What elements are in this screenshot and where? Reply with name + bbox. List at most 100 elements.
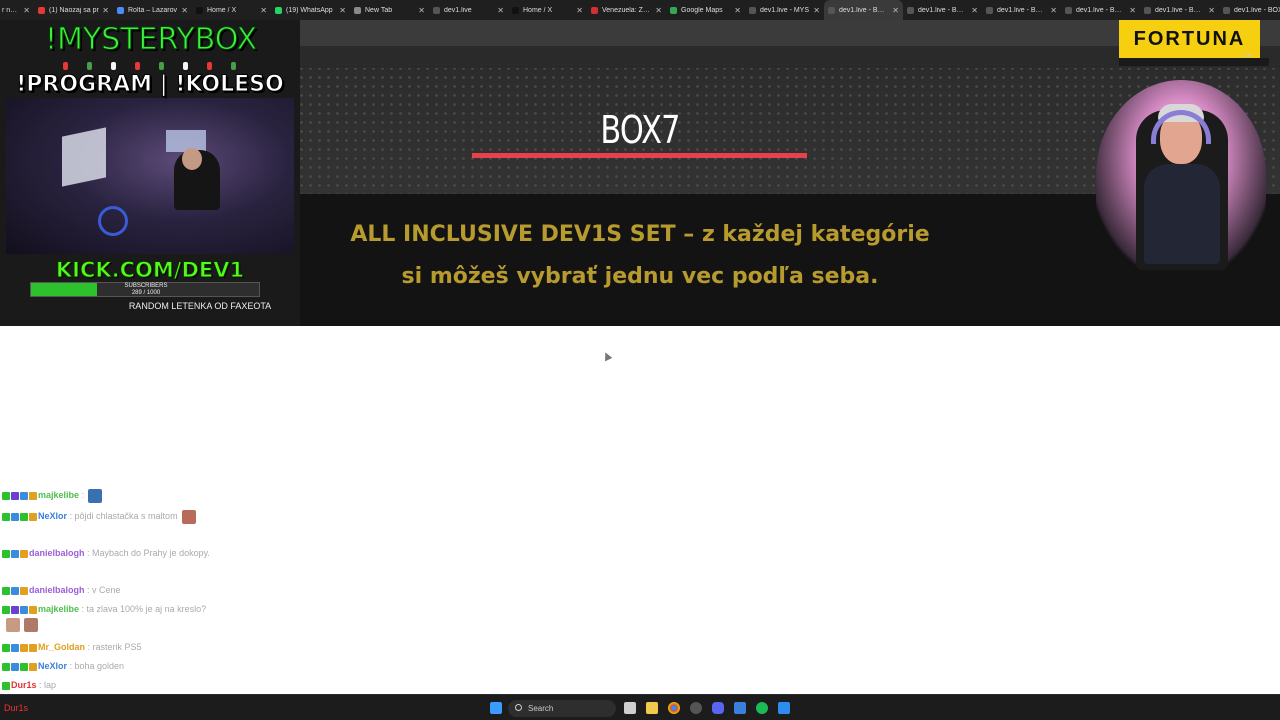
chat-username: danielbalogh — [29, 585, 85, 595]
tab-close-icon[interactable]: ✕ — [23, 6, 30, 15]
tab-favicon-icon — [354, 6, 361, 14]
chat-badges — [2, 640, 38, 655]
tab-favicon-icon — [591, 6, 598, 14]
tab-close-icon[interactable]: ✕ — [892, 6, 899, 15]
obs-icon[interactable] — [690, 702, 702, 714]
badge-icon — [2, 681, 10, 690]
windows-start-icon[interactable] — [490, 702, 502, 714]
description-line-2: si môžeš vybrať jednu vec podľa seba. — [401, 264, 879, 289]
mouse-cursor-icon — [601, 350, 613, 362]
badge-icon — [11, 512, 19, 521]
chat-username: majkelibe — [38, 490, 80, 500]
tab-favicon-icon — [196, 6, 203, 14]
tab-favicon-icon — [1223, 6, 1230, 14]
page-title: BOX7 — [600, 108, 680, 152]
browser-tab[interactable]: Rolta – Lazarov ✕ — [113, 0, 192, 20]
taskbar-chat-user: Dur1s — [4, 703, 29, 713]
streamer-room-cam — [6, 98, 294, 254]
chat-message: NeXlor : boha golden — [2, 659, 214, 674]
badge-icon — [29, 512, 37, 521]
mysterybox-command: !MYSTERYBOX — [44, 22, 258, 58]
chat-text: : boha golden — [67, 661, 125, 671]
badge-icon — [2, 643, 10, 652]
tab-favicon-icon — [986, 6, 993, 14]
tab-close-icon[interactable]: ✕ — [181, 6, 188, 15]
tab-close-icon[interactable]: ✕ — [1050, 6, 1057, 15]
sponsor-tagline: ...ON — [1240, 53, 1252, 59]
chat-message: danielbalogh : Maybach do Prahy je dokop… — [2, 546, 214, 561]
browser-tab[interactable]: New Tab ✕ — [350, 0, 429, 20]
chat-text: : ta zlava 100% je aj na kreslo? — [79, 604, 207, 614]
app-icon[interactable] — [778, 702, 790, 714]
tab-close-icon[interactable]: ✕ — [813, 6, 820, 15]
subscriber-goal-text: SUBSCRIBERS 289 / 1000 — [31, 283, 261, 296]
tab-close-icon[interactable]: ✕ — [734, 6, 741, 15]
tab-label: Venezuela: Zvrh — [602, 6, 653, 14]
notes-icon[interactable] — [734, 702, 746, 714]
chat-username: Dur1s — [11, 680, 37, 690]
tab-label: dev1.live - BOX — [1234, 6, 1280, 14]
tab-close-icon[interactable]: ✕ — [497, 6, 504, 15]
emote-icon — [88, 488, 103, 503]
chat-message: majkelibe : — [2, 488, 214, 503]
browser-tab[interactable]: dev1.live - BOX✕ — [1219, 0, 1280, 20]
chat-username: NeXlor — [38, 661, 68, 671]
tab-favicon-icon — [670, 6, 677, 14]
browser-tab[interactable]: Home / X ✕ — [508, 0, 587, 20]
subscribers-count: 289 / 1000 — [131, 289, 161, 296]
tab-close-icon[interactable]: ✕ — [339, 6, 346, 15]
title-underline — [472, 153, 807, 158]
browser-tab[interactable]: Venezuela: Zvrh ✕ — [587, 0, 666, 20]
tab-favicon-icon — [1144, 6, 1151, 14]
streamer-webcam — [1096, 80, 1266, 270]
tab-close-icon[interactable]: ✕ — [1129, 6, 1136, 15]
browser-tab[interactable]: dev1.live - BOX5 ✕ — [982, 0, 1061, 20]
tab-label: dev1.live - BOX4 — [1076, 6, 1127, 14]
tab-close-icon[interactable]: ✕ — [576, 6, 583, 15]
chat-message: majkelibe : ta zlava 100% je aj na kresl… — [2, 602, 214, 632]
tab-close-icon[interactable]: ✕ — [418, 6, 425, 15]
badge-icon — [20, 512, 28, 521]
tab-close-icon[interactable]: ✕ — [260, 6, 267, 15]
tab-favicon-icon — [117, 6, 124, 14]
badge-icon — [2, 512, 10, 521]
browser-tab[interactable]: (1) Naozaj sa pr ✕ — [34, 0, 113, 20]
badge-icon — [20, 643, 28, 652]
discord-icon[interactable] — [712, 702, 724, 714]
tab-label: dev1.live - BOX6 — [918, 6, 969, 14]
tab-label: (1) Naozaj sa pr — [49, 6, 99, 14]
browser-tab[interactable]: Google Maps ✕ — [666, 0, 745, 20]
tab-label: Home / X — [207, 6, 237, 14]
tab-label: Rolta – Lazarov — [128, 6, 178, 14]
chat-badges — [2, 583, 29, 598]
chat-badges — [2, 659, 38, 674]
badge-icon — [2, 662, 10, 671]
tab-close-icon[interactable]: ✕ — [102, 6, 109, 15]
taskbar-search[interactable]: Search — [508, 700, 616, 717]
browser-tab[interactable]: dev1.live ✕ — [429, 0, 508, 20]
badge-icon — [2, 586, 10, 595]
program-command: !PROGRAM | !KOLESO — [16, 72, 284, 98]
file-explorer-icon[interactable] — [646, 702, 658, 714]
spotify-icon[interactable] — [756, 702, 768, 714]
tab-close-icon[interactable]: ✕ — [655, 6, 662, 15]
browser-tab[interactable]: Home / X ✕ — [192, 0, 271, 20]
tab-close-icon[interactable]: ✕ — [971, 6, 978, 15]
browser-tab[interactable]: (19) WhatsApp ✕ — [271, 0, 350, 20]
task-view-icon[interactable] — [624, 702, 636, 714]
tab-favicon-icon — [749, 6, 756, 14]
browser-tab[interactable]: dev1.live - BOX3 ✕ — [1140, 0, 1219, 20]
chat-badges — [2, 678, 11, 693]
browser-tab[interactable]: dev1.live - BOX7 ✕ — [824, 0, 903, 20]
chat-message: Dur1s : lap — [2, 678, 214, 693]
browser-tab[interactable]: dev1.live - BOX6 ✕ — [903, 0, 982, 20]
browser-tab[interactable]: r nesk ✕ — [0, 0, 34, 20]
browser-tab[interactable]: dev1.live - BOX4 ✕ — [1061, 0, 1140, 20]
tab-close-icon[interactable]: ✕ — [1208, 6, 1215, 15]
fortuna-logo: FORTUNA — [1119, 20, 1260, 58]
chrome-icon[interactable] — [668, 702, 680, 714]
chat-username: NeXlor — [38, 511, 68, 521]
subscriber-goal-bar: SUBSCRIBERS 289 / 1000 — [30, 282, 260, 297]
browser-tab[interactable]: dev1.live - MYS ✕ — [745, 0, 824, 20]
badge-icon — [11, 662, 19, 671]
